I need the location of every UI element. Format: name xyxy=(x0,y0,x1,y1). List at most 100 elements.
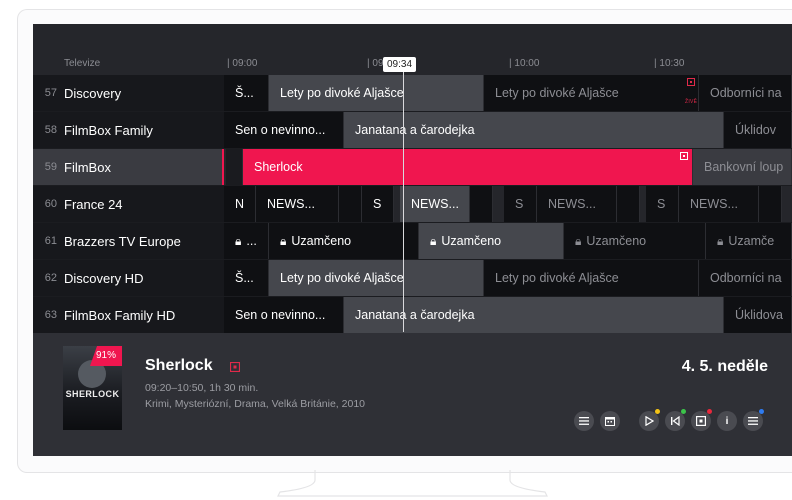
program-cell[interactable]: NEWS... xyxy=(537,186,617,222)
restart-icon[interactable] xyxy=(665,409,686,431)
program-cell[interactable]: Janatana a čarodejka xyxy=(344,297,724,333)
program-genres: Krimi, Mysteriózní, Drama, Velká Británi… xyxy=(145,398,365,410)
program-cell-selected[interactable]: Sherlock xyxy=(243,149,693,185)
record-icon xyxy=(680,152,688,160)
program-cell[interactable] xyxy=(226,149,243,185)
program-title: Sherlock xyxy=(145,357,213,374)
channel-row: 62 Discovery HD Š... Lety po divoké Alja… xyxy=(33,260,792,297)
program-cell[interactable]: Sen o nevinno... xyxy=(224,112,344,148)
channel-label[interactable]: 58 FilmBox Family xyxy=(33,112,224,148)
program-title: Uzamče xyxy=(728,234,775,248)
time-label-1000: | 10:00 xyxy=(509,58,540,69)
channel-row: 61 Brazzers TV Europe 🔒︎... 🔒︎ Uzamčeno 🔒… xyxy=(33,223,792,260)
channel-label[interactable]: 63 FilmBox Family HD xyxy=(33,297,224,333)
program-cell[interactable]: Lety po divoké Aljašce ŽIVĚ xyxy=(484,75,699,111)
channel-label[interactable]: 59 FilmBox xyxy=(33,149,224,185)
menu-icon[interactable] xyxy=(743,409,764,431)
record-icon xyxy=(687,78,695,86)
program-cell[interactable]: 🔒︎... xyxy=(224,223,269,259)
program-cell[interactable]: Bankovní loup xyxy=(693,149,792,185)
channel-row: 58 FilmBox Family Sen o nevinno... Janat… xyxy=(33,112,792,149)
calendar-icon[interactable] xyxy=(600,411,620,431)
channel-label[interactable]: 62 Discovery HD xyxy=(33,260,224,296)
program-title: Sherlock xyxy=(254,160,303,174)
tv-stand xyxy=(277,470,548,497)
yellow-dot xyxy=(655,409,660,414)
live-label: ŽIVĚ xyxy=(685,99,698,105)
program-cell[interactable]: N xyxy=(224,186,256,222)
channel-name: FilmBox Family xyxy=(64,122,153,138)
channel-label[interactable]: 61 Brazzers TV Europe xyxy=(33,223,224,259)
channel-row: 63 FilmBox Family HD Sen o nevinno... Ja… xyxy=(33,297,792,334)
program-cell[interactable]: 🔒︎ Uzamčeno xyxy=(269,223,419,259)
program-date: 4. 5. neděle xyxy=(681,358,768,375)
channel-number: 63 xyxy=(44,309,57,321)
channel-row: 57 Discovery Š... Lety po divoké Aljašce… xyxy=(33,75,792,112)
channel-row: 60 France 24 N NEWS... S NEWS... S NEWS.… xyxy=(33,186,792,223)
program-cell[interactable]: S xyxy=(646,186,679,222)
program-cell[interactable]: NEWS... xyxy=(400,186,470,222)
program-cell[interactable]: Lety po divoké Aljašce xyxy=(269,260,484,296)
poster-title: SHERLOCK xyxy=(65,389,120,399)
tv-guide-screen: Televize | 09:00 | 09 | 10:00 | 10:30 09… xyxy=(33,24,792,456)
program-cell[interactable]: Úklidov xyxy=(724,112,792,148)
record-icon[interactable] xyxy=(691,409,712,431)
channel-number: 57 xyxy=(44,87,57,99)
channel-name: France 24 xyxy=(64,196,123,212)
program-time: 09:20–10:50, 1h 30 min. xyxy=(145,382,259,394)
program-cell[interactable]: Lety po divoké Aljašce xyxy=(269,75,484,111)
channel-number: 61 xyxy=(44,235,57,247)
program-cell[interactable] xyxy=(339,186,362,222)
program-cell[interactable]: Š... xyxy=(224,260,269,296)
program-cell[interactable]: S xyxy=(504,186,537,222)
epg-grid: 57 Discovery Š... Lety po divoké Aljašce… xyxy=(33,75,792,334)
channel-number: 60 xyxy=(44,198,57,210)
channel-header: Televize xyxy=(64,58,101,69)
program-cell[interactable]: S xyxy=(362,186,394,222)
program-title: Uzamčeno xyxy=(586,234,647,248)
program-cell[interactable] xyxy=(470,186,493,222)
program-title: ... xyxy=(246,234,257,248)
channel-name: FilmBox xyxy=(64,159,111,175)
program-cell[interactable]: 🔒︎ Uzamčeno xyxy=(419,223,564,259)
program-title: Uzamčeno xyxy=(441,234,502,248)
lock-icon: 🔒︎ xyxy=(717,233,724,248)
channel-number: 58 xyxy=(44,124,57,136)
program-cell[interactable]: Lety po divoké Aljašce xyxy=(484,260,699,296)
program-cell[interactable]: Janatana a čarodejka xyxy=(344,112,724,148)
time-label-0900: | 09:00 xyxy=(227,58,258,69)
program-cell[interactable] xyxy=(617,186,640,222)
program-poster[interactable]: 91% SHERLOCK xyxy=(63,346,122,430)
channel-number: 59 xyxy=(44,161,57,173)
green-dot xyxy=(681,409,686,414)
lock-icon: 🔒︎ xyxy=(280,233,287,248)
time-label-0930: | 09 xyxy=(367,58,384,69)
program-title: Lety po divoké Aljašce xyxy=(495,86,619,100)
program-cell[interactable]: Š... xyxy=(224,75,269,111)
program-cell[interactable]: Úklidova xyxy=(724,297,792,333)
play-icon[interactable] xyxy=(639,409,660,431)
program-cell[interactable]: NEWS... xyxy=(679,186,759,222)
program-cell[interactable]: 🔒︎ Uzamče xyxy=(706,223,792,259)
time-label-1030: | 10:30 xyxy=(654,58,685,69)
channel-row-selected: 59 FilmBox Sherlock Bankovní loup xyxy=(33,149,792,186)
program-cell[interactable]: Odborníci na xyxy=(699,75,792,111)
channel-name: Brazzers TV Europe xyxy=(64,233,181,249)
program-cell[interactable]: NEWS... xyxy=(256,186,339,222)
channel-name: Discovery HD xyxy=(64,270,144,286)
program-cell[interactable] xyxy=(759,186,782,222)
info-icon[interactable]: i xyxy=(717,411,737,431)
record-icon xyxy=(230,362,240,372)
channel-label[interactable]: 60 France 24 xyxy=(33,186,224,222)
program-cell[interactable]: 🔒︎ Uzamčeno xyxy=(564,223,706,259)
current-time-line xyxy=(403,72,404,332)
program-cell[interactable]: Odborníci na xyxy=(699,260,792,296)
lock-icon: 🔒︎ xyxy=(430,233,437,248)
list-icon[interactable] xyxy=(574,411,594,431)
channel-name: Discovery xyxy=(64,85,122,101)
lock-icon: 🔒︎ xyxy=(235,233,242,248)
blue-dot xyxy=(759,409,764,414)
rating-badge: 91% xyxy=(90,346,122,366)
channel-label[interactable]: 57 Discovery xyxy=(33,75,224,111)
program-cell[interactable]: Sen o nevinno... xyxy=(224,297,344,333)
